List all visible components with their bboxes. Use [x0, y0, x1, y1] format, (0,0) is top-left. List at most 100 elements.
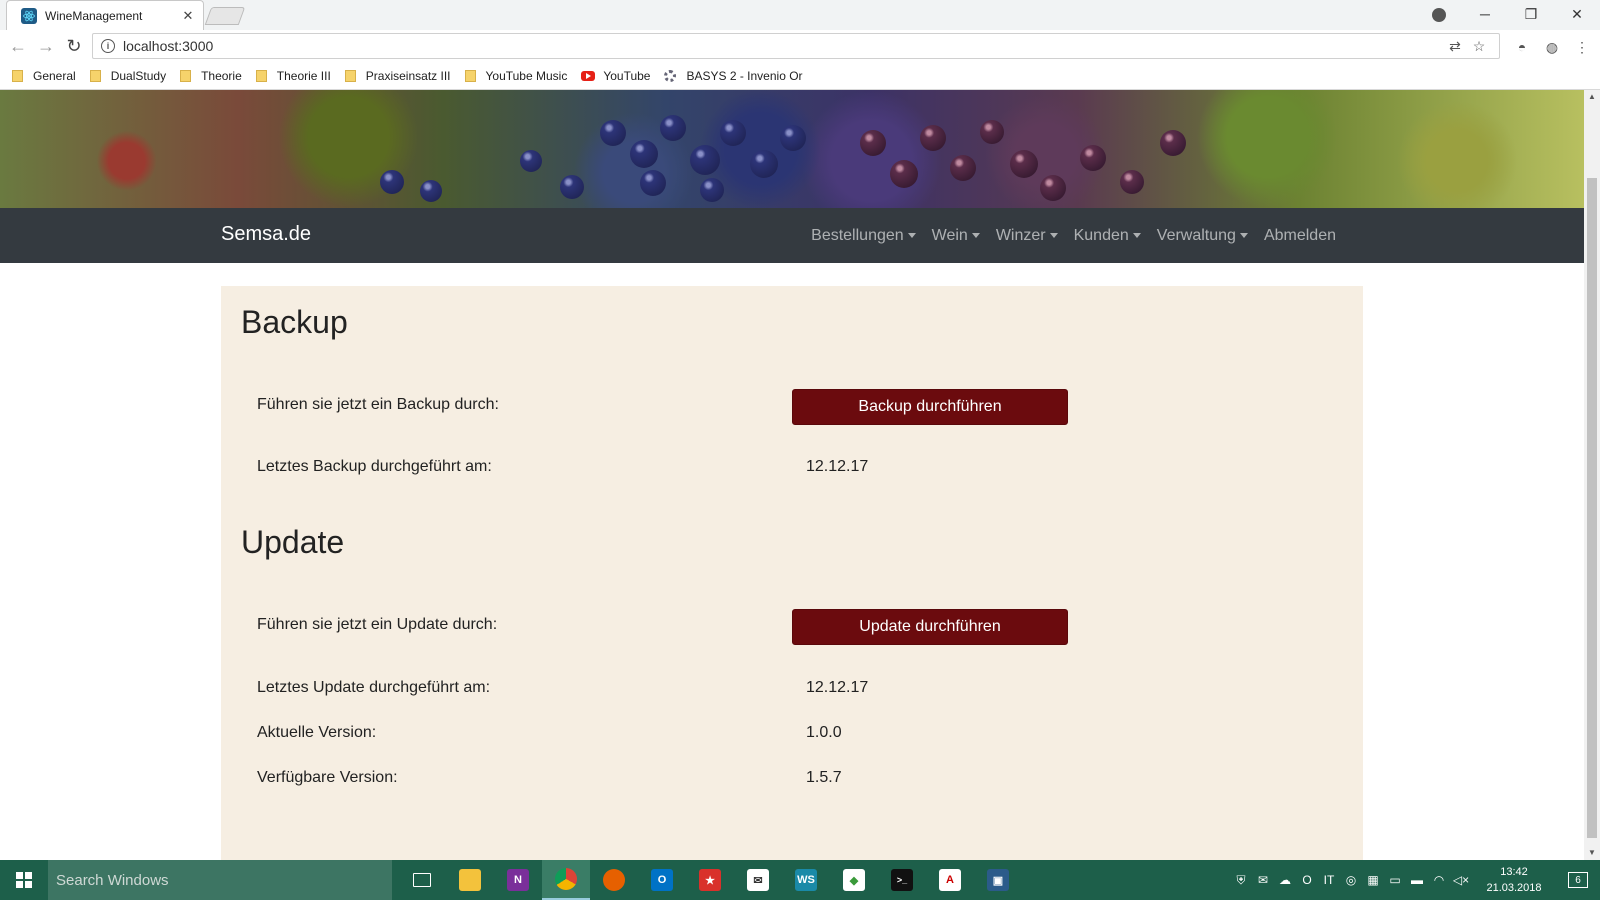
file-explorer-icon[interactable] [446, 860, 494, 900]
clock[interactable]: 13:42 21.03.2018 [1472, 864, 1556, 896]
chrome-icon[interactable] [542, 860, 590, 900]
firefox-icon[interactable] [590, 860, 638, 900]
notification-center-icon[interactable]: 6 [1556, 860, 1600, 900]
steam-icon[interactable]: ◎ [1340, 860, 1362, 900]
last-update-value: 12.12.17 [806, 679, 869, 696]
folder-icon [12, 70, 23, 82]
admin-card: Backup Führen sie jetzt ein Backup durch… [221, 286, 1363, 860]
folder-icon [464, 70, 476, 82]
onenote-icon[interactable]: N [494, 860, 542, 900]
navbar: Semsa.de Bestellungen Wein Winzer Kunden… [0, 208, 1584, 263]
page-viewport: Semsa.de Bestellungen Wein Winzer Kunden… [0, 90, 1584, 860]
bookmark-youtube[interactable]: YouTube [581, 69, 650, 83]
cloud-icon[interactable]: ☁ [1274, 860, 1296, 900]
bookmark-basys[interactable]: BASYS 2 - Invenio Or [664, 69, 803, 83]
nav-item-kunden[interactable]: Kunden [1066, 227, 1149, 245]
taskbar-apps: N O ★ ✉ WS ◆ >_ A ▣ [398, 860, 1022, 900]
globe-extension-icon[interactable]: ◍ [1542, 37, 1562, 57]
it-icon[interactable]: IT [1318, 860, 1340, 900]
display-icon[interactable]: ▭ [1384, 860, 1406, 900]
network-drive-icon[interactable]: ▦ [1362, 860, 1384, 900]
available-version-value: 1.5.7 [806, 769, 842, 786]
translate-icon[interactable]: ⇄ [1443, 38, 1467, 55]
nav-item-verwaltung[interactable]: Verwaltung [1149, 227, 1256, 245]
virtualbox-icon[interactable]: ▣ [974, 860, 1022, 900]
extension-icons: ◓ ◍ ⋮ [1512, 34, 1592, 60]
bookmark-theorie-iii[interactable]: Theorie III [255, 69, 331, 83]
taskbar-search[interactable]: Search Windows [48, 860, 392, 900]
incognito-extension-icon[interactable]: ◓ [1512, 37, 1532, 57]
tab-title: WineManagement [45, 8, 143, 23]
wifi-icon[interactable]: ◠ [1428, 860, 1450, 900]
grape-banner-image [0, 90, 1584, 208]
nav-item-bestellungen[interactable]: Bestellungen [803, 227, 924, 245]
pdf-reader-icon[interactable]: A [926, 860, 974, 900]
caret-down-icon [1049, 233, 1058, 238]
bookmark-dualstudy[interactable]: DualStudy [89, 69, 166, 83]
bookmark-star-icon[interactable]: ☆ [1467, 38, 1491, 55]
task-view-icon[interactable] [398, 860, 446, 900]
battery-icon[interactable]: ▬ [1406, 860, 1428, 900]
nav-item-abmelden[interactable]: Abmelden [1256, 227, 1344, 245]
browser-tab-strip: WineManagement ✕ ─ ❐ ✕ [0, 0, 1600, 30]
tab-close-icon[interactable]: ✕ [181, 8, 195, 24]
webstorm-icon[interactable]: WS [782, 860, 830, 900]
nav-item-wein[interactable]: Wein [924, 227, 988, 245]
bookmark-general[interactable]: General [12, 69, 76, 83]
update-title: Update [241, 524, 345, 560]
wunderlist-icon[interactable]: ★ [686, 860, 734, 900]
caret-down-icon [1239, 233, 1248, 238]
outlook-tray-icon[interactable]: O [1296, 860, 1318, 900]
mail-icon[interactable]: ✉ [734, 860, 782, 900]
minimize-icon[interactable]: ─ [1462, 0, 1508, 28]
nav-menu: Bestellungen Wein Winzer Kunden Verwaltu… [803, 208, 1344, 263]
bookmark-theorie[interactable]: Theorie [180, 69, 242, 83]
reload-icon[interactable]: ↻ [60, 33, 88, 61]
windows-logo-icon [16, 872, 32, 888]
youtube-icon [581, 71, 596, 81]
restore-icon[interactable]: ❐ [1508, 0, 1554, 28]
scroll-up-icon[interactable]: ▲ [1584, 90, 1600, 104]
browser-toolbar: ← → ↻ i localhost:3000 ⇄ ☆ ◓ ◍ ⋮ [0, 30, 1600, 63]
folder-icon [89, 70, 101, 82]
bookmark-youtube-music[interactable]: YouTube Music [464, 69, 567, 83]
window-controls: ─ ❐ ✕ [1416, 0, 1600, 30]
chrome-menu-icon[interactable]: ⋮ [1572, 37, 1592, 57]
mail-tray-icon[interactable]: ✉ [1252, 860, 1274, 900]
brand-link[interactable]: Semsa.de [221, 223, 311, 246]
back-icon[interactable]: ← [4, 33, 32, 61]
browser-tab[interactable]: WineManagement ✕ [6, 0, 204, 30]
url-text[interactable]: localhost:3000 [123, 38, 1443, 54]
caret-down-icon [971, 233, 980, 238]
folder-icon [255, 70, 267, 82]
react-favicon-icon [21, 7, 37, 24]
caret-down-icon [1132, 233, 1141, 238]
terminal-icon[interactable]: >_ [878, 860, 926, 900]
start-button[interactable] [0, 860, 48, 900]
volume-muted-icon[interactable]: ◁× [1450, 860, 1472, 900]
backup-title: Backup [241, 304, 348, 340]
caret-down-icon [907, 233, 916, 238]
bookmark-praxiseinsatz-iii[interactable]: Praxiseinsatz III [344, 69, 451, 83]
shield-icon[interactable]: ⛨ [1230, 860, 1252, 900]
backup-button[interactable]: Backup durchführen [792, 389, 1068, 425]
outlook-icon[interactable]: O [638, 860, 686, 900]
scrollbar-thumb[interactable] [1587, 178, 1597, 838]
windows-taskbar: Search Windows N O ★ ✉ WS ◆ >_ A ▣ ⛨ ✉ ☁… [0, 860, 1600, 900]
nav-item-winzer[interactable]: Winzer [988, 227, 1066, 245]
system-tray: ⛨ ✉ ☁ O IT ◎ ▦ ▭ ▬ ◠ ◁× 13:42 21.03.2018… [1230, 860, 1600, 900]
folder-icon [344, 70, 356, 82]
address-bar[interactable]: i localhost:3000 ⇄ ☆ [92, 33, 1500, 59]
profile-icon[interactable] [1416, 0, 1462, 30]
basys-icon [664, 70, 677, 82]
site-info-icon[interactable]: i [101, 39, 115, 53]
update-run-label: Führen sie jetzt ein Update durch: [257, 616, 498, 633]
forward-icon[interactable]: → [32, 33, 60, 61]
page-scrollbar[interactable]: ▲ ▼ [1584, 90, 1600, 860]
current-version-label: Aktuelle Version: [257, 724, 377, 741]
mongodb-icon[interactable]: ◆ [830, 860, 878, 900]
close-window-icon[interactable]: ✕ [1554, 0, 1600, 28]
new-tab-button[interactable] [204, 7, 246, 25]
update-button[interactable]: Update durchführen [792, 609, 1068, 645]
scroll-down-icon[interactable]: ▼ [1584, 846, 1600, 860]
